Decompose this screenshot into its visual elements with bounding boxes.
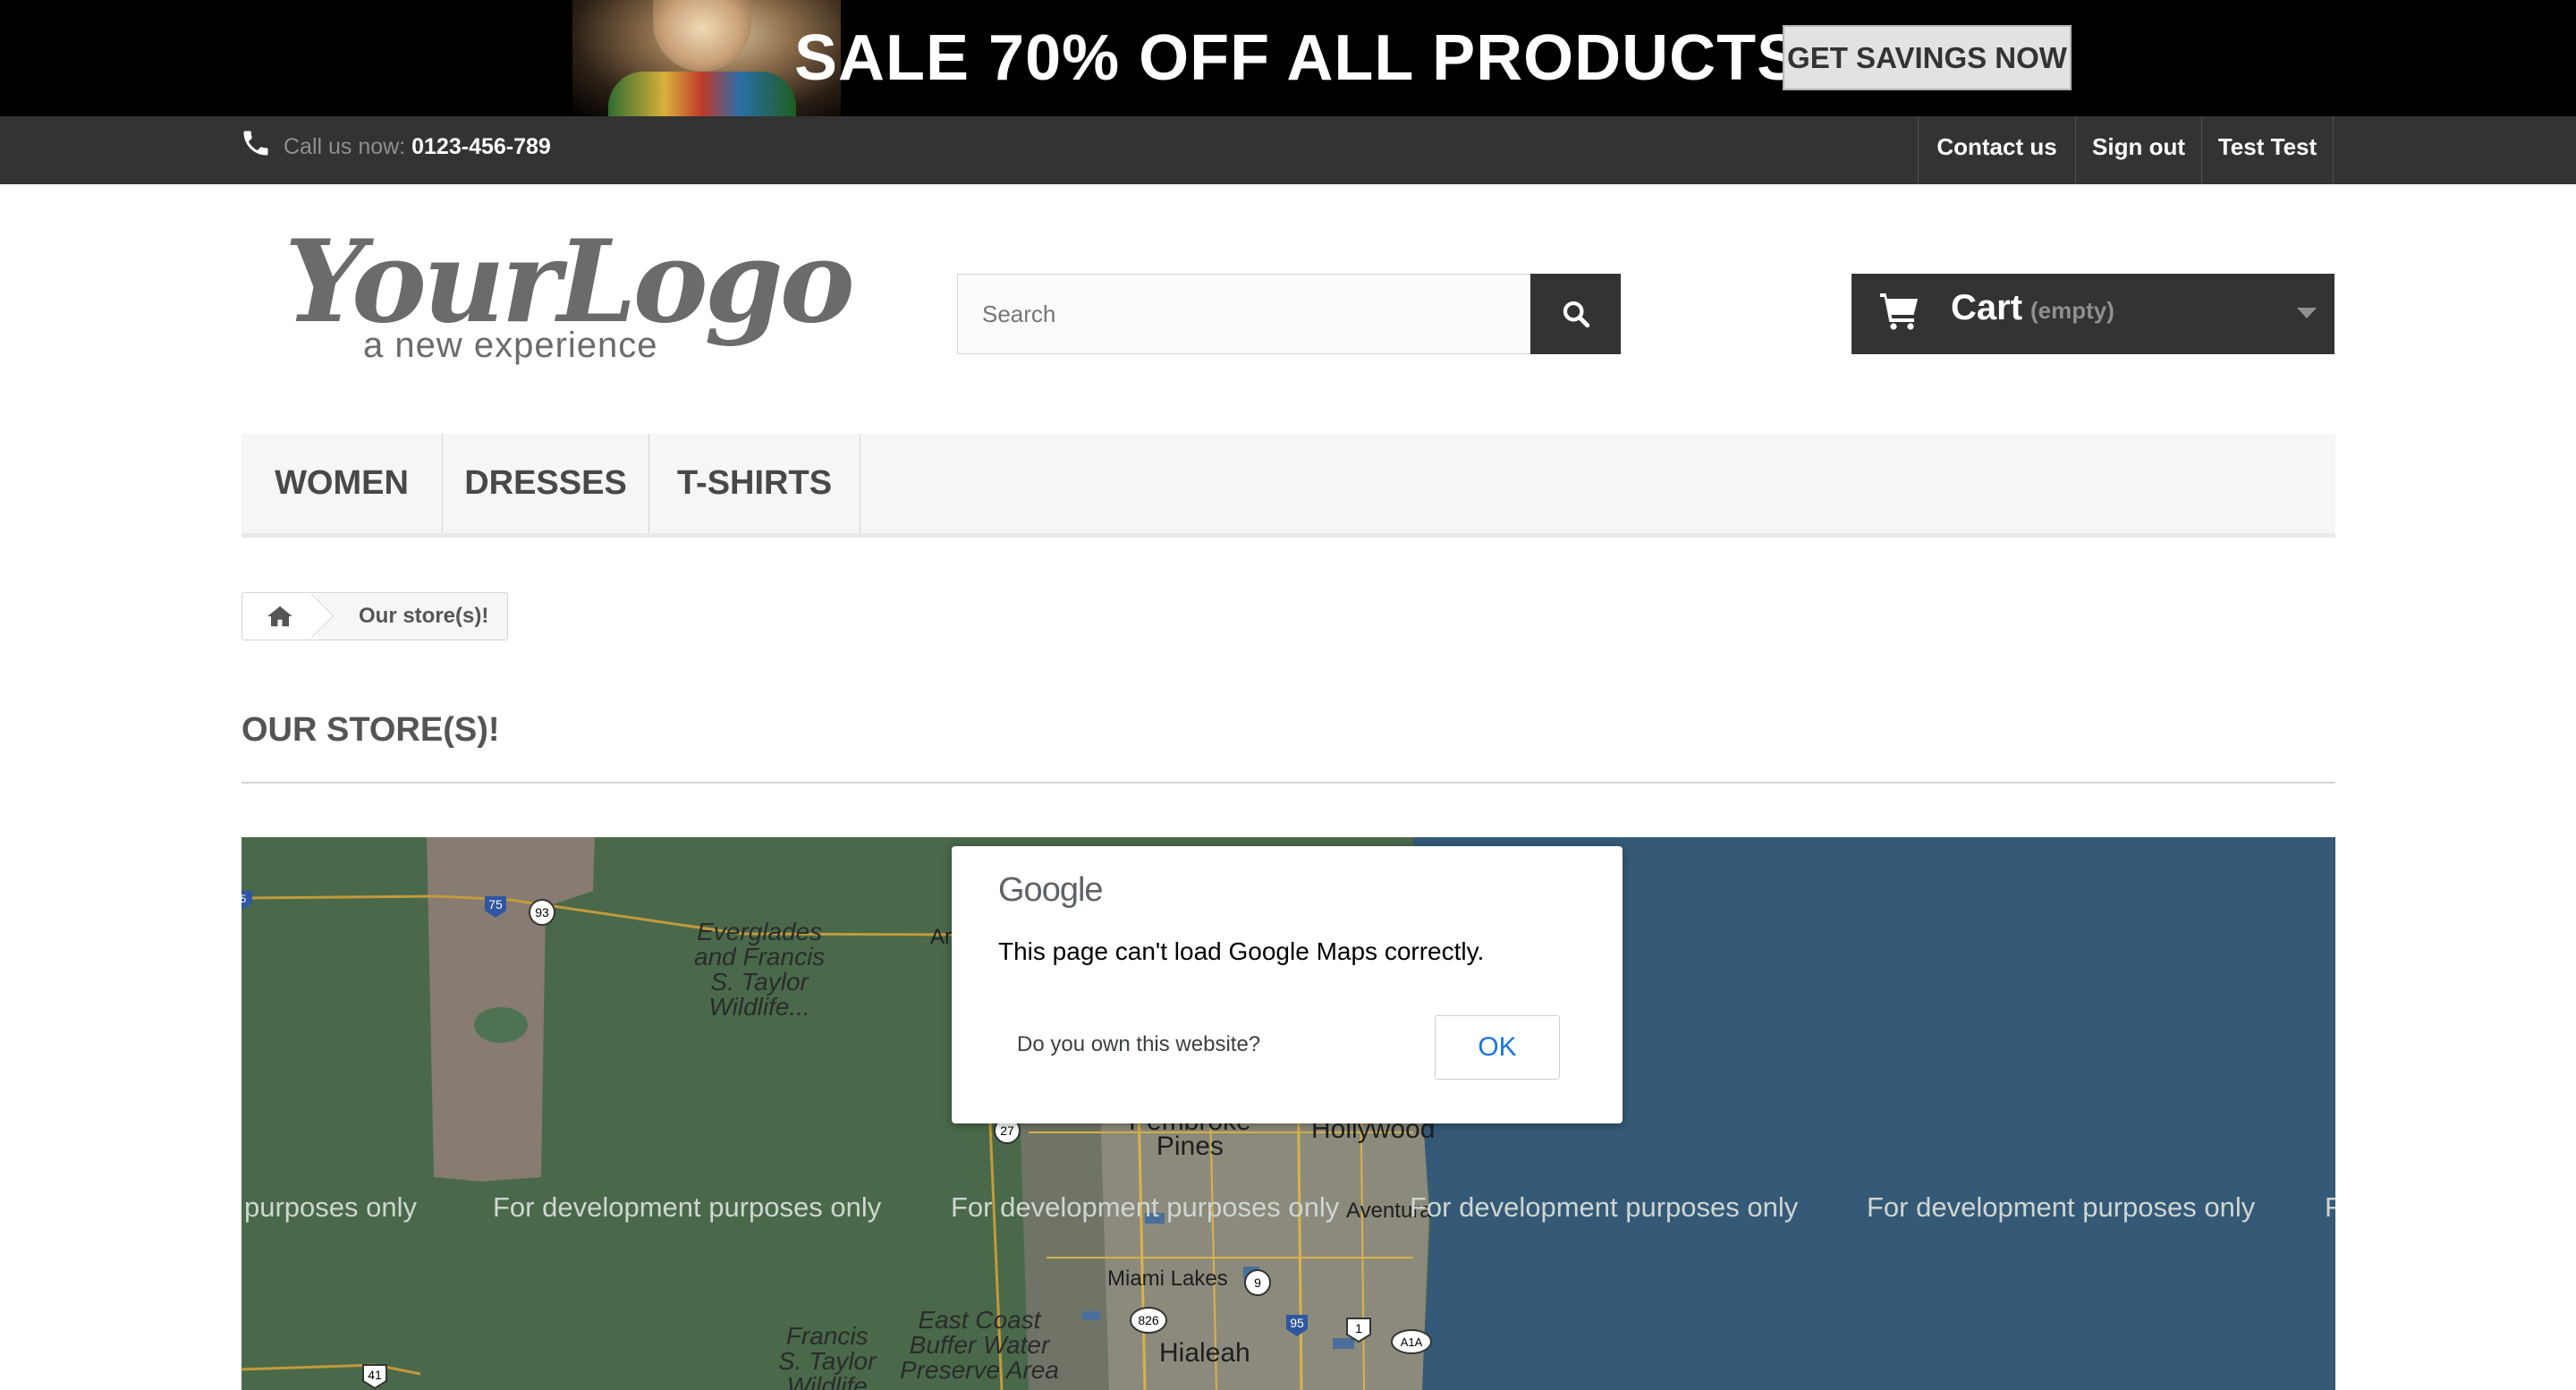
dev-watermark-text: For development purposes only bbox=[493, 1191, 882, 1223]
banner-headline: SALE 70% OFF ALL PRODUCTS bbox=[794, 22, 1801, 94]
shield-93-label: 93 bbox=[535, 905, 549, 920]
top-nav-bar: Call us now: 0123-456-789 Contact us Sig… bbox=[0, 116, 2576, 184]
shield-5-label: 5 bbox=[242, 893, 247, 905]
dev-watermark-text: purposes only bbox=[244, 1191, 418, 1223]
site-logo[interactable]: YourLogo a new experience bbox=[284, 215, 855, 376]
page-title: Our store(s)! bbox=[242, 711, 500, 749]
shield-9-label: 9 bbox=[1254, 1276, 1261, 1290]
home-icon bbox=[267, 606, 292, 627]
call-us-text: Call us now: 0123-456-789 bbox=[284, 134, 551, 160]
get-savings-button[interactable]: GET SAVINGS NOW bbox=[1783, 25, 2072, 90]
dev-watermark-text: F bbox=[2325, 1191, 2335, 1223]
main-menu: Women Dresses T-shirts bbox=[242, 434, 2335, 538]
phone-number: 0123-456-789 bbox=[411, 134, 551, 159]
contact-us-link[interactable]: Contact us bbox=[1919, 116, 2076, 184]
menu-item-tshirts[interactable]: T-shirts bbox=[649, 434, 860, 533]
cart-status: (empty) bbox=[2030, 297, 2114, 324]
shield-93-icon: 93 bbox=[529, 899, 555, 926]
call-us-label: Call us now: bbox=[284, 134, 412, 159]
phone-icon bbox=[243, 131, 268, 156]
dev-watermark-text: For development purposes only bbox=[1410, 1191, 1799, 1223]
own-website-link[interactable]: Do you own this website? bbox=[1017, 1032, 1260, 1057]
chevron-down-icon bbox=[2297, 308, 2317, 318]
map-label-miami-lakes: Miami Lakes bbox=[1107, 1267, 1228, 1291]
shield-a1a-icon: A1A bbox=[1391, 1329, 1432, 1354]
breadcrumb-current: Our store(s)! bbox=[359, 604, 489, 628]
map-label-francis: Francis S. Taylor Wildlife bbox=[778, 1322, 877, 1390]
menu-item-dresses[interactable]: Dresses bbox=[443, 434, 649, 533]
promo-banner[interactable]: SALE 70% OFF ALL PRODUCTS GET SAVINGS NO… bbox=[0, 0, 2576, 116]
cart-label: Cart bbox=[1951, 288, 2023, 327]
map-label-hialeah: Hialeah bbox=[1159, 1338, 1250, 1368]
dev-watermark-text: For development purposes only bbox=[1867, 1191, 2256, 1223]
map-label-everglades: Everglades and Francis S. Taylor Wildlif… bbox=[694, 918, 826, 1021]
sign-out-link[interactable]: Sign out bbox=[2076, 116, 2202, 184]
shield-826-label: 826 bbox=[1138, 1313, 1159, 1327]
map-label-east-coast: East Coast Buffer Water Preserve Area bbox=[900, 1306, 1059, 1384]
search-icon bbox=[1563, 301, 1589, 328]
map-water-speck bbox=[1082, 1311, 1100, 1320]
dev-watermark-text: For development purposes only bbox=[951, 1191, 1340, 1223]
map-water-speck bbox=[1333, 1338, 1354, 1349]
shield-75-label: 75 bbox=[488, 897, 503, 911]
shield-41-label: 41 bbox=[368, 1368, 382, 1382]
google-logo: Google bbox=[998, 871, 1104, 909]
dialog-message: This page can't load Google Maps correct… bbox=[998, 937, 1485, 965]
shield-9-icon: 9 bbox=[1244, 1269, 1271, 1296]
search-button[interactable] bbox=[1530, 274, 1621, 354]
map-label-ar: Ar bbox=[930, 925, 952, 949]
shopping-cart-icon bbox=[1880, 293, 1918, 330]
shield-95-label: 95 bbox=[1290, 1316, 1304, 1330]
ok-button[interactable]: OK bbox=[1435, 1015, 1560, 1080]
search-form bbox=[957, 274, 1621, 354]
title-divider bbox=[242, 782, 2335, 784]
top-links: Contact us Sign out Test Test bbox=[1918, 116, 2334, 184]
shield-1-label: 1 bbox=[1355, 1321, 1362, 1335]
search-input[interactable] bbox=[957, 274, 1530, 354]
logo-tagline: a new experience bbox=[363, 326, 658, 365]
dev-watermark: purposes only For development purposes o… bbox=[242, 1191, 2335, 1236]
breadcrumb-home[interactable] bbox=[242, 593, 318, 640]
cart-button[interactable]: Cart (empty) bbox=[1852, 274, 2334, 354]
shield-27-label: 27 bbox=[1000, 1123, 1014, 1138]
menu-item-women[interactable]: Women bbox=[242, 434, 443, 533]
map-lake bbox=[474, 1007, 528, 1043]
shield-a1a-label: A1A bbox=[1401, 1335, 1423, 1349]
shield-826-icon: 826 bbox=[1130, 1307, 1167, 1334]
account-link[interactable]: Test Test bbox=[2202, 116, 2334, 184]
google-maps-error-dialog: Google This page can't load Google Maps … bbox=[952, 846, 1623, 1123]
breadcrumb: Our store(s)! bbox=[242, 592, 508, 640]
